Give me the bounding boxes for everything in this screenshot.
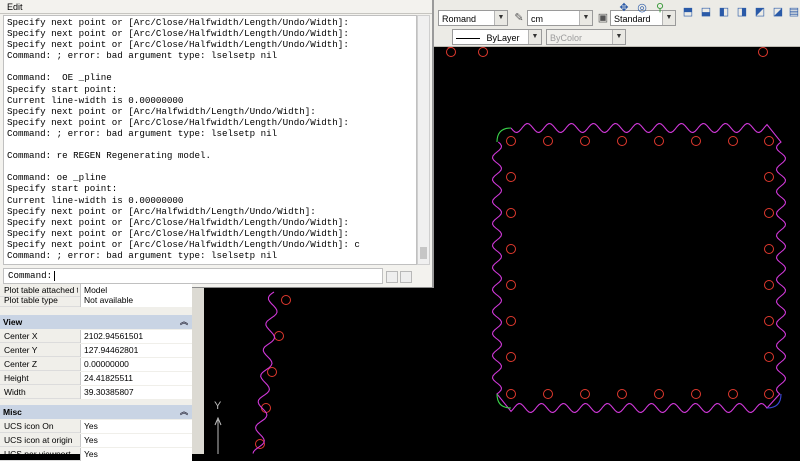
properties-palette: Plot table attached to Model Plot table …: [0, 284, 192, 461]
view-iso-icon[interactable]: ◩: [752, 4, 768, 20]
command-history-line: Specify start point:: [7, 83, 118, 95]
color-value: ByColor: [550, 33, 583, 43]
chevron-down-icon[interactable]: ▼: [612, 30, 625, 44]
chevron-down-icon[interactable]: ▼: [494, 11, 507, 25]
property-row-plot-table-type[interactable]: Plot table type Not available: [0, 294, 192, 307]
property-row-width[interactable]: Width 39.30385807: [0, 386, 192, 399]
property-key: UCS per viewport: [4, 449, 71, 459]
command-window-title: Edit: [0, 0, 432, 14]
section-title: View: [3, 317, 23, 327]
units-value: cm: [531, 14, 543, 24]
collapse-chevron-icon[interactable]: ︽: [180, 405, 188, 419]
property-value[interactable]: Yes: [80, 434, 192, 447]
property-value[interactable]: 127.94462801: [80, 344, 192, 357]
text-style-combo[interactable]: Romand ▼: [438, 10, 508, 26]
property-key: Center Z: [4, 359, 38, 369]
command-history-line: Specify next point or [Arc/Close/Halfwid…: [7, 216, 349, 228]
command-window: Edit Specify next point or [Arc/Close/Ha…: [0, 0, 434, 288]
command-input[interactable]: Command:: [3, 268, 383, 284]
command-input-scroll: [386, 270, 416, 283]
command-history-line: [7, 139, 413, 150]
standard-toolbar: Romand ▼ ✎ cm ▼ ▣ Standard ▼ ✥ ◎ ⚲ ⬒ ⬓ ◧…: [434, 0, 800, 29]
property-key: Center Y: [4, 345, 38, 355]
command-history-line: Current line-width is 0.00000000: [7, 194, 184, 206]
property-row-height[interactable]: Height 24.41825511: [0, 372, 192, 385]
dim-style-icon[interactable]: ▣: [595, 10, 611, 26]
text-caret: [54, 270, 56, 281]
view-right-icon[interactable]: ◨: [734, 4, 750, 20]
command-history-line: Command: ; error: bad argument type: lse…: [7, 127, 278, 139]
orbit-icon[interactable]: ◎: [634, 0, 650, 16]
property-row-center-y[interactable]: Center Y 127.94462801: [0, 344, 192, 357]
command-history-line: Specify next point or [Arc/Close/Halfwid…: [7, 116, 349, 128]
property-value[interactable]: 24.41825511: [80, 372, 192, 385]
command-history-line: Specify next point or [Arc/Close/Halfwid…: [7, 227, 349, 239]
command-history-line: Command: ; error: bad argument type: lse…: [7, 50, 278, 62]
command-history-line: Specify next point or [Arc/Close/Halfwid…: [7, 238, 360, 250]
camera-icon[interactable]: ▤: [786, 4, 800, 20]
property-value[interactable]: Yes: [80, 420, 192, 433]
property-key: Center X: [4, 331, 38, 341]
property-row-center-z[interactable]: Center Z 0.00000000: [0, 358, 192, 371]
command-history-line: [7, 61, 413, 72]
scroll-left-icon[interactable]: [386, 271, 398, 283]
section-title: Misc: [3, 407, 22, 417]
text-style-value: Romand: [442, 14, 477, 24]
property-row-ucs-icon-origin[interactable]: UCS icon at origin Yes: [0, 434, 192, 447]
section-header-misc[interactable]: Misc ︽: [0, 405, 192, 419]
chevron-down-icon[interactable]: ▼: [528, 30, 541, 44]
command-history-line: Command: re REGEN Regenerating model.: [7, 150, 211, 162]
property-key: Width: [4, 387, 26, 397]
command-prompt: Command:: [8, 270, 53, 281]
property-key: UCS icon On: [4, 421, 54, 431]
units-combo[interactable]: cm ▼: [527, 10, 593, 26]
property-value[interactable]: 39.30385807: [80, 386, 192, 399]
palette-splitter[interactable]: [192, 288, 204, 454]
property-value[interactable]: 0.00000000: [80, 358, 192, 371]
view-left-icon[interactable]: ◧: [716, 4, 732, 20]
color-combo[interactable]: ByColor ▼: [546, 29, 626, 45]
property-key: Plot table type: [4, 295, 58, 305]
command-history-scrollbar[interactable]: [417, 15, 430, 265]
scrollbar-thumb[interactable]: [420, 247, 427, 259]
command-history-line: Specify next point or [Arc/Close/Halfwid…: [7, 28, 349, 40]
property-value[interactable]: 2102.94561501: [80, 330, 192, 343]
linetype-combo[interactable]: ByLayer ▼: [452, 29, 542, 45]
property-value[interactable]: Not available: [80, 294, 192, 307]
section-header-view[interactable]: View ︽: [0, 315, 192, 329]
command-history-line: Specify next point or [Arc/Halfwidth/Len…: [7, 105, 316, 117]
property-value[interactable]: Yes: [80, 448, 192, 461]
command-history-line: Specify next point or [Arc/Halfwidth/Len…: [7, 205, 316, 217]
text-style-icon[interactable]: ✎: [511, 10, 527, 26]
view-front-icon[interactable]: ⬓: [698, 4, 714, 20]
property-key: Height: [4, 373, 29, 383]
command-history-lines: Specify next point or [Arc/Close/Halfwid…: [4, 16, 416, 262]
command-history-line: [7, 161, 413, 172]
view-back-icon[interactable]: ◪: [770, 4, 786, 20]
command-history-line: Command: oe _pline: [7, 172, 107, 184]
command-history-line: Specify start point:: [7, 183, 118, 195]
properties-toolbar: ByLayer ▼ ByColor ▼: [434, 28, 800, 47]
property-row-center-x[interactable]: Center X 2102.94561501: [0, 330, 192, 343]
property-key: UCS icon at origin: [4, 435, 73, 445]
property-row-ucs-per-viewport[interactable]: UCS per viewport Yes: [0, 448, 192, 461]
linetype-preview: [456, 38, 480, 40]
command-history-line: Specify next point or [Arc/Close/Halfwid…: [7, 17, 349, 28]
command-history[interactable]: Specify next point or [Arc/Close/Halfwid…: [3, 15, 417, 265]
property-row-ucs-icon-on[interactable]: UCS icon On Yes: [0, 420, 192, 433]
command-history-line: Specify next point or [Arc/Close/Halfwid…: [7, 39, 349, 51]
ucs-y-axis-label: Y: [214, 400, 222, 412]
scroll-right-icon[interactable]: [400, 271, 412, 283]
linetype-value: ByLayer: [486, 33, 520, 43]
command-history-line: Current line-width is 0.00000000: [7, 94, 184, 106]
zoom-icon[interactable]: ⚲: [652, 0, 668, 16]
collapse-chevron-icon[interactable]: ︽: [180, 315, 188, 329]
pan-icon[interactable]: ✥: [616, 0, 632, 16]
command-history-line: Command: ; error: bad argument type: lse…: [7, 249, 278, 261]
chevron-down-icon[interactable]: ▼: [579, 11, 592, 25]
command-history-line: Command: OE _pline: [7, 72, 112, 84]
view-top-icon[interactable]: ⬒: [680, 4, 696, 20]
